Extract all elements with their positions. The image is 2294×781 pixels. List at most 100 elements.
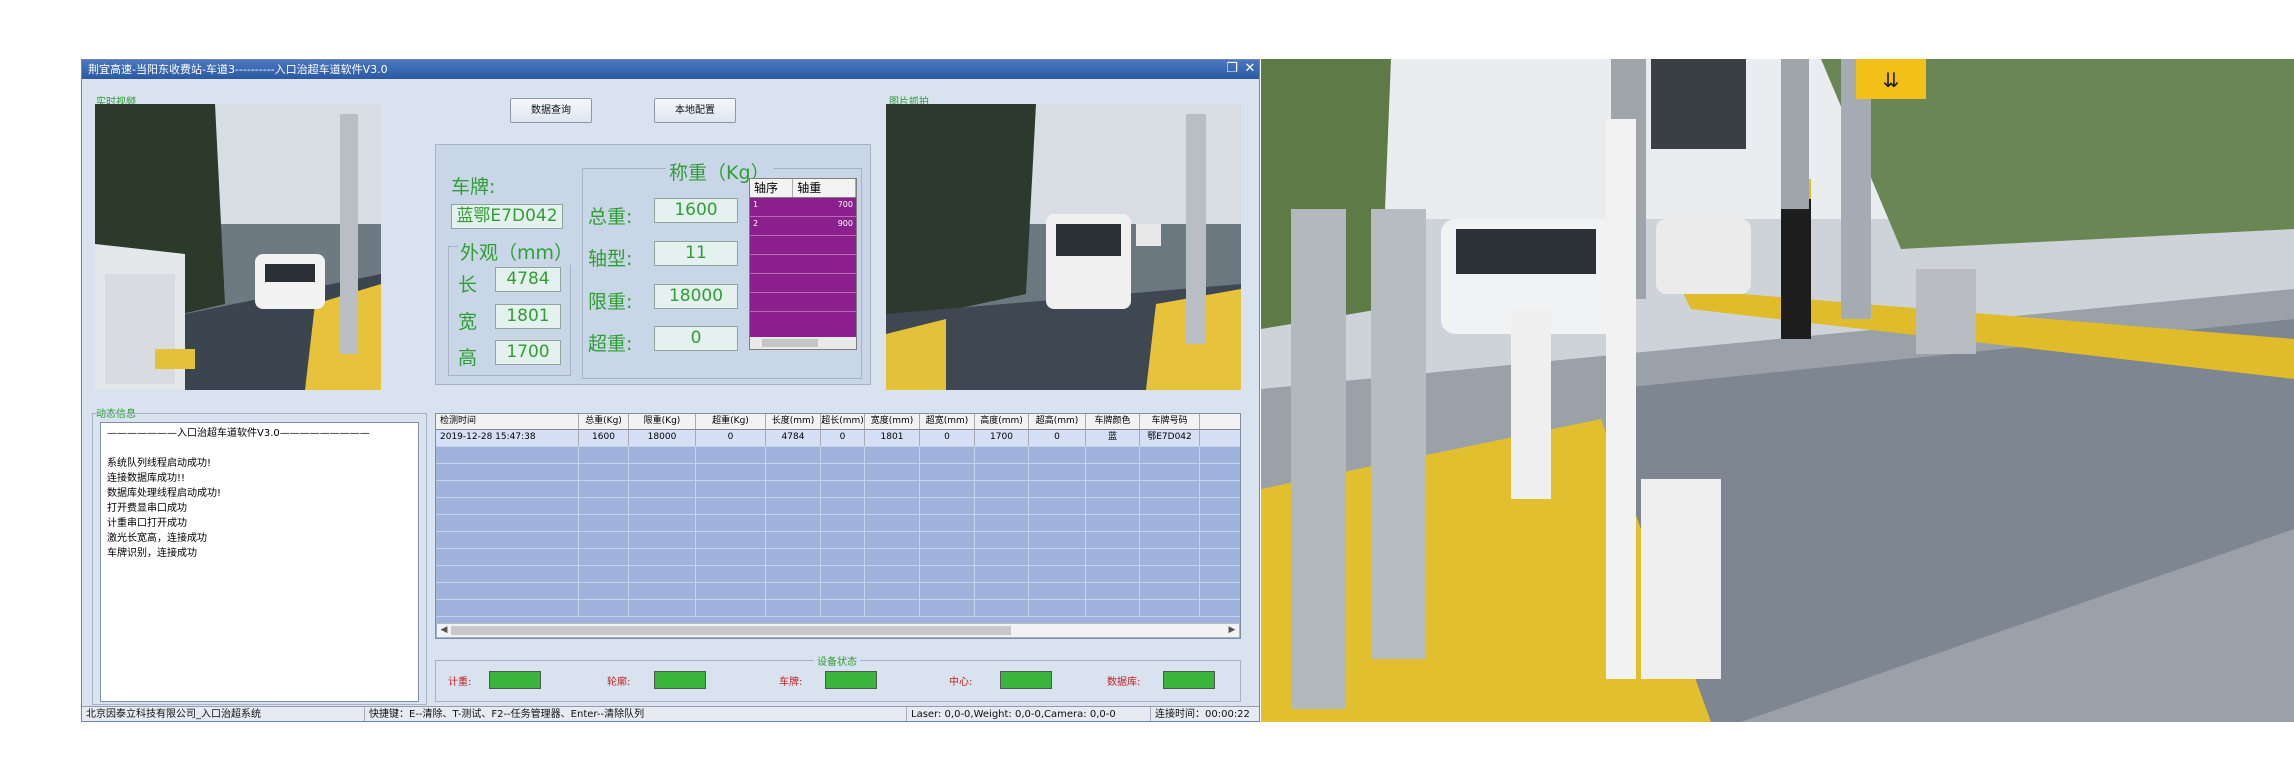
empty-cell — [1029, 566, 1086, 582]
cell-length: 4784 — [766, 430, 821, 446]
empty-cell — [696, 515, 766, 531]
data-query-button[interactable]: 数据查询 — [510, 98, 592, 123]
empty-cell — [579, 498, 629, 514]
width-value: 1801 — [495, 304, 561, 329]
height-label: 高 — [458, 347, 478, 369]
status-sensors: Laser: 0,0-0,Weight: 0,0-0,Camera: 0,0-0 — [907, 707, 1151, 721]
empty-cell — [1140, 583, 1200, 599]
records-table-scrollbar[interactable]: ◀ ▶ — [437, 623, 1239, 637]
axle-row[interactable]: 2 900 — [750, 217, 856, 236]
axle-index: 1 — [753, 200, 759, 209]
col-check-time[interactable]: 检测时间 — [436, 414, 579, 429]
empty-table-row — [436, 600, 1240, 617]
empty-cell — [1140, 464, 1200, 480]
col-height[interactable]: 高度(mm) — [975, 414, 1029, 429]
plate-label: 车牌: — [451, 176, 496, 198]
length-label: 长 — [458, 274, 478, 296]
log-output[interactable]: ———————入口治超车道软件V3.0————————— 系统队列线程启动成功!… — [100, 422, 419, 702]
empty-cell — [696, 481, 766, 497]
empty-cell — [766, 600, 821, 616]
cell-limit-weight: 18000 — [629, 430, 696, 446]
empty-cell — [865, 515, 920, 531]
empty-cell — [821, 549, 865, 565]
height-value: 1700 — [495, 340, 561, 365]
empty-cell — [920, 600, 975, 616]
col-plate-color[interactable]: 车牌颜色 — [1086, 414, 1140, 429]
width-label: 宽 — [458, 311, 478, 333]
empty-cell — [696, 447, 766, 463]
empty-cell — [975, 566, 1029, 582]
empty-cell — [766, 515, 821, 531]
cell-over-height: 0 — [1029, 430, 1086, 446]
empty-table-row — [436, 549, 1240, 566]
empty-cell — [696, 464, 766, 480]
limit-weight-label: 限重: — [588, 291, 633, 313]
scroll-thumb[interactable] — [451, 626, 1011, 635]
col-over-height[interactable]: 超高(mm) — [1029, 414, 1086, 429]
empty-cell — [865, 447, 920, 463]
col-over-width[interactable]: 超宽(mm) — [920, 414, 975, 429]
axle-weight-table[interactable]: 轴序 轴重 1 700 2 900 — [749, 178, 857, 350]
device-plate-led — [825, 671, 877, 689]
col-limit-weight[interactable]: 限重(Kg) — [629, 414, 696, 429]
close-icon[interactable]: ✕ — [1242, 61, 1258, 77]
app-window: 荆宜高速-当阳东收费站-车道3----------入口治超车道软件V3.0 ❐ … — [81, 59, 1260, 722]
empty-cell — [579, 549, 629, 565]
empty-table-row — [436, 464, 1240, 481]
empty-cell — [821, 447, 865, 463]
empty-cell — [1029, 447, 1086, 463]
empty-cell — [821, 583, 865, 599]
axle-index: 2 — [753, 219, 759, 228]
empty-cell — [579, 532, 629, 548]
cell-height: 1700 — [975, 430, 1029, 446]
col-plate-number[interactable]: 车牌号码 — [1140, 414, 1200, 429]
empty-cell — [696, 498, 766, 514]
empty-table-row — [436, 515, 1240, 532]
col-length[interactable]: 长度(mm) — [766, 414, 821, 429]
empty-cell — [865, 481, 920, 497]
empty-cell — [821, 532, 865, 548]
empty-cell — [436, 447, 579, 463]
empty-cell — [821, 566, 865, 582]
scroll-right-icon[interactable]: ▶ — [1225, 624, 1239, 637]
axle-row[interactable]: 1 700 — [750, 198, 856, 217]
axle-table-scrollbar[interactable] — [750, 337, 856, 349]
axle-weight: 900 — [837, 219, 853, 228]
col-over-length[interactable]: 超长(mm) — [821, 414, 865, 429]
empty-cell — [766, 498, 821, 514]
cell-plate-number: 鄂E7D042 — [1140, 430, 1200, 446]
axle-scroll-thumb[interactable] — [762, 339, 818, 347]
cell-width: 1801 — [865, 430, 920, 446]
table-row[interactable]: 2019-12-28 15:47:38 1600 18000 0 4784 0 … — [436, 430, 1240, 447]
restore-icon[interactable]: ❐ — [1224, 61, 1240, 77]
empty-cell — [920, 583, 975, 599]
length-value: 4784 — [495, 267, 561, 292]
log-line: 系统队列线程启动成功! — [107, 458, 212, 469]
col-total-weight[interactable]: 总重(Kg) — [579, 414, 629, 429]
empty-cell — [920, 532, 975, 548]
log-line: 车牌识别，连接成功 — [107, 548, 197, 559]
axle-type-value: 11 — [654, 241, 738, 266]
tail-capture-image — [886, 104, 1241, 390]
empty-cell — [579, 464, 629, 480]
local-config-button[interactable]: 本地配置 — [654, 98, 736, 123]
empty-cell — [1140, 515, 1200, 531]
empty-cell — [1086, 583, 1140, 599]
empty-cell — [766, 532, 821, 548]
limit-weight-value: 18000 — [654, 284, 738, 309]
log-line: 连接数据库成功!! — [107, 473, 186, 484]
col-width[interactable]: 宽度(mm) — [865, 414, 920, 429]
empty-cell — [629, 566, 696, 582]
empty-table-row — [436, 532, 1240, 549]
device-weigh-led — [489, 671, 541, 689]
records-table[interactable]: 检测时间 总重(Kg) 限重(Kg) 超重(Kg) 长度(mm) 超长(mm) … — [435, 413, 1241, 639]
window-title: 荆宜高速-当阳东收费站-车道3----------入口治超车道软件V3.0 — [88, 63, 388, 76]
empty-cell — [1029, 515, 1086, 531]
status-company: 北京因泰立科技有限公司_入口治超系统 — [82, 707, 365, 721]
axle-weight: 700 — [837, 200, 853, 209]
empty-cell — [920, 447, 975, 463]
scroll-left-icon[interactable]: ◀ — [437, 624, 451, 637]
col-over-weight[interactable]: 超重(Kg) — [696, 414, 766, 429]
empty-cell — [766, 549, 821, 565]
